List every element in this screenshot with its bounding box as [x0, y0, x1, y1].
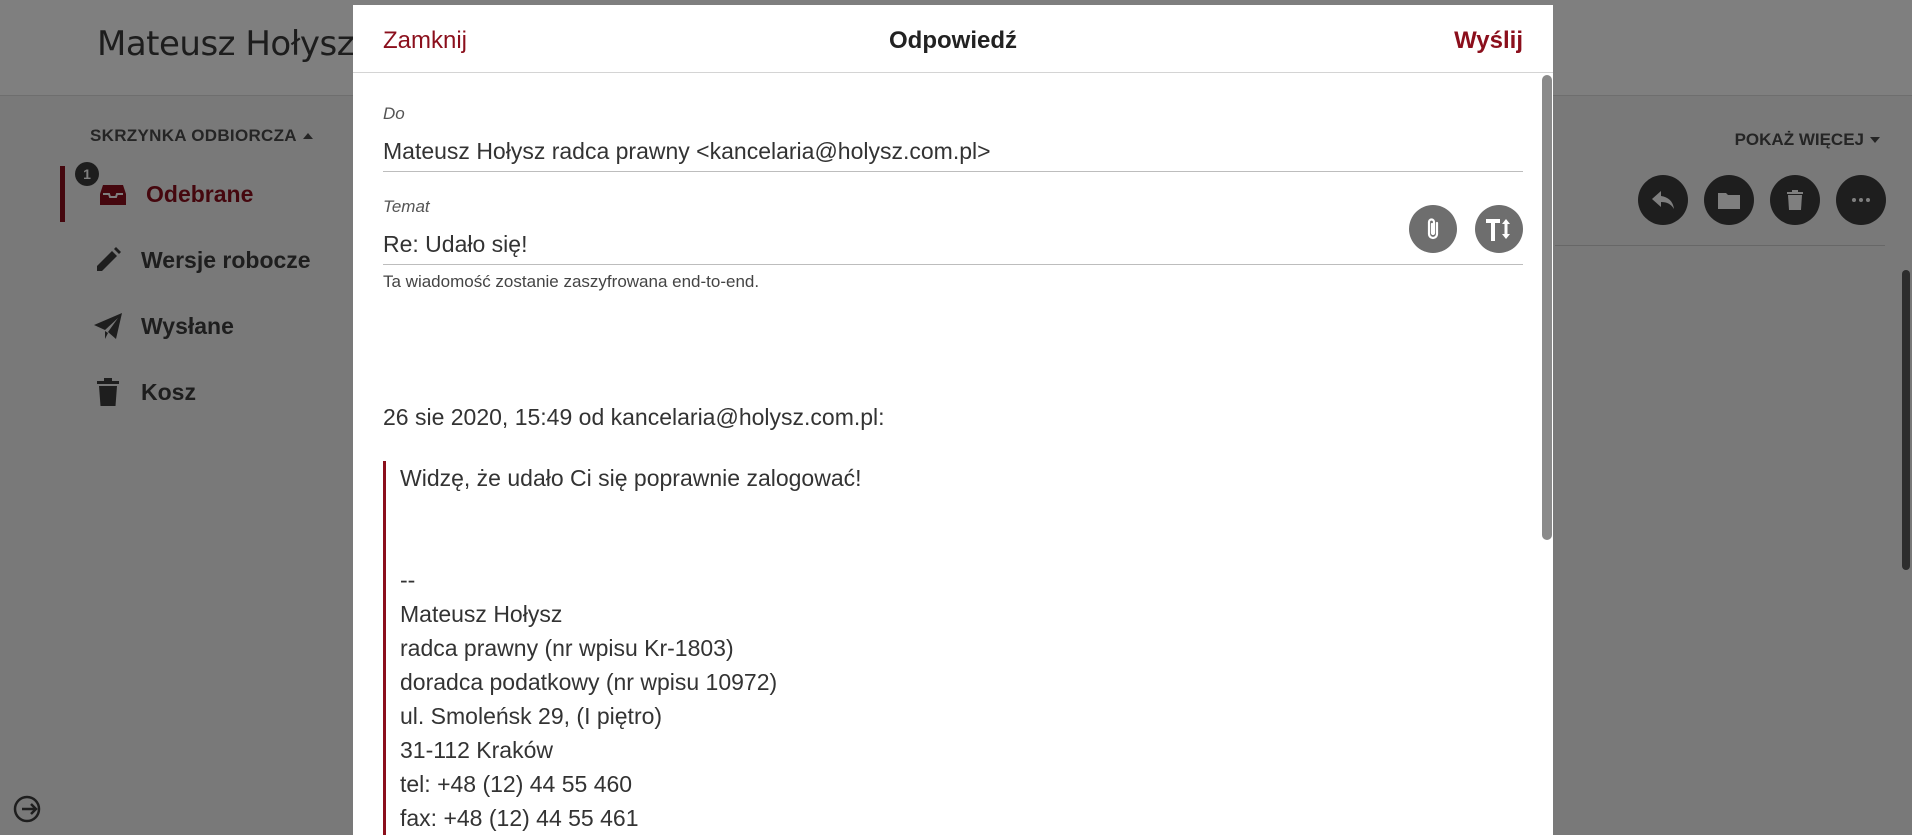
quote-line: 31-112 Kraków: [400, 737, 553, 763]
subject-label: Temat: [383, 197, 430, 216]
close-button[interactable]: Zamknij: [383, 27, 467, 55]
to-field[interactable]: Mateusz Hołysz radca prawny <kancelaria@…: [383, 138, 991, 165]
quote-line: ul. Smoleńsk 29, (I piętro): [400, 703, 663, 729]
send-button[interactable]: Wyślij: [1454, 27, 1523, 55]
dialog-title: Odpowiedź: [889, 27, 1017, 54]
quote-line: [400, 529, 1483, 563]
dialog-body: Do Mateusz Hołysz radca prawny <kancelar…: [353, 74, 1533, 835]
attach-button[interactable]: [1409, 205, 1457, 253]
text-format-button[interactable]: [1475, 205, 1523, 253]
reply-compose-dialog: Odpowiedź Zamknij Wyślij Do Mateusz Hoły…: [353, 5, 1553, 835]
quote-line: fax: +48 (12) 44 55 461: [400, 805, 639, 831]
encryption-hint: Ta wiadomość zostanie zaszyfrowana end-t…: [383, 272, 760, 291]
quote-line: tel: +48 (12) 44 55 460: [400, 771, 633, 797]
to-field-underline: [383, 171, 1523, 172]
quote-line: radca prawny (nr wpisu Kr-1803): [400, 635, 734, 661]
text-height-icon: [1486, 219, 1510, 241]
paperclip-icon: [1427, 218, 1439, 240]
dialog-header: Odpowiedź Zamknij Wyślij: [353, 5, 1553, 73]
quote-line: Widzę, że udało Ci się poprawnie zalogow…: [400, 465, 862, 491]
quoted-message[interactable]: Widzę, że udało Ci się poprawnie zalogow…: [383, 461, 1483, 835]
quote-line: doradca podatkowy (nr wpisu 10972): [400, 669, 778, 695]
dialog-scrollbar[interactable]: [1542, 75, 1552, 540]
subject-field[interactable]: Re: Udało się!: [383, 231, 527, 258]
to-label: Do: [383, 104, 405, 123]
quote-line: Mateusz Hołysz: [400, 601, 563, 627]
quote-line: --: [400, 567, 416, 593]
subject-field-underline: [383, 264, 1523, 265]
quote-intro[interactable]: 26 sie 2020, 15:49 od kancelaria@holysz.…: [383, 404, 885, 431]
quote-line: [400, 495, 1483, 529]
